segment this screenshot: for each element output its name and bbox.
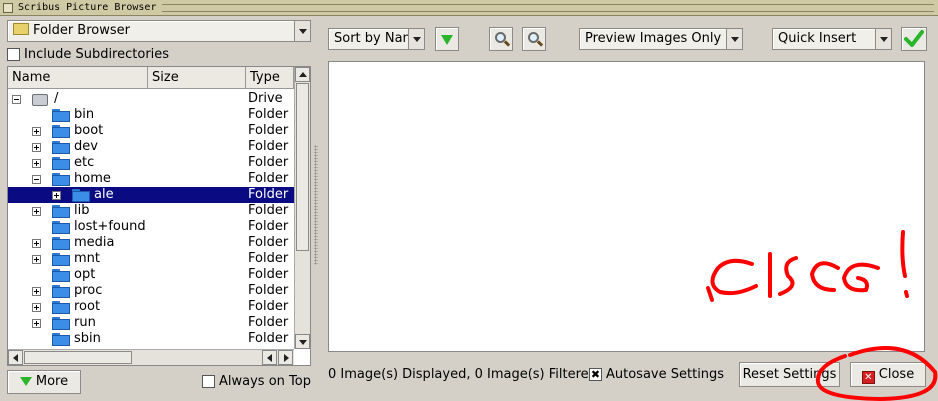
annotation-close-circle [815, 346, 938, 401]
annotation-close-text [706, 230, 909, 302]
handwritten-annotation [706, 230, 938, 401]
